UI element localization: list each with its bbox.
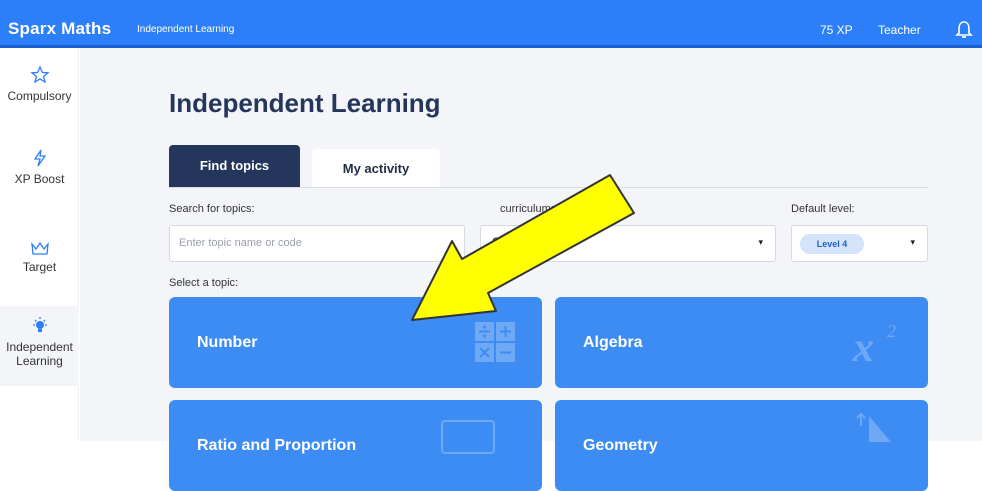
- lightning-icon: [33, 149, 46, 167]
- sidebar-item-label: Learning: [16, 354, 63, 368]
- top-bar: Sparx Maths Independent Learning 75 XP T…: [0, 0, 982, 48]
- svg-text:2: 2: [887, 321, 896, 341]
- level-badge: Level 4: [800, 234, 864, 254]
- star-icon: [29, 65, 50, 84]
- sidebar-item-target[interactable]: Target: [0, 240, 79, 300]
- sidebar-item-compulsory[interactable]: Compulsory: [0, 65, 79, 125]
- sidebar-item-label: Independent: [6, 340, 73, 354]
- crown-icon: [30, 241, 49, 255]
- sidebar-item-label: Target: [22, 260, 57, 274]
- sidebar-item-label: XP Boost: [14, 172, 65, 186]
- sidebar-item-label: Compulsory: [7, 89, 72, 103]
- sidebar: Compulsory XP Boost Target Independent L…: [0, 48, 79, 441]
- page-title: Independent Learning: [169, 88, 441, 118]
- topic-card-geometry[interactable]: Geometry: [555, 400, 928, 491]
- app-brand[interactable]: Sparx Maths: [8, 19, 111, 39]
- topic-name: Number: [197, 334, 258, 351]
- x-squared-icon: x 2: [852, 321, 896, 369]
- sidebar-item-xp-boost[interactable]: XP Boost: [0, 148, 79, 208]
- level-select[interactable]: Level 4 ▾: [791, 225, 928, 262]
- select-topic-label: Select a topic:: [169, 277, 239, 289]
- geometry-icon: [856, 412, 891, 442]
- annotation-arrow: [411, 174, 635, 321]
- topic-name: Ratio and Proportion: [197, 437, 357, 454]
- search-label: Search for topics:: [169, 203, 255, 215]
- svg-text:x: x: [852, 325, 874, 369]
- topic-name: Geometry: [583, 437, 658, 454]
- header-subtitle: Independent Learning: [137, 24, 235, 35]
- tab-find-topics[interactable]: Find topics: [169, 145, 300, 187]
- topic-card-ratio[interactable]: Ratio and Proportion: [169, 400, 542, 491]
- ratio-icon: [441, 420, 495, 454]
- bell-icon[interactable]: [955, 20, 973, 40]
- user-menu[interactable]: Teacher: [878, 23, 921, 37]
- main-content: Independent Learning Find topics My acti…: [80, 48, 982, 491]
- bulb-icon: [32, 317, 47, 332]
- xp-counter: 75 XP: [820, 23, 853, 37]
- search-placeholder: Enter topic name or code: [179, 237, 302, 249]
- topic-name: Algebra: [583, 334, 643, 351]
- default-level-label: Default level:: [791, 203, 855, 215]
- chevron-down-icon: ▾: [758, 237, 763, 247]
- sidebar-item-independent-learning[interactable]: Independent Learning: [0, 306, 79, 386]
- chevron-down-icon: ▾: [910, 237, 915, 247]
